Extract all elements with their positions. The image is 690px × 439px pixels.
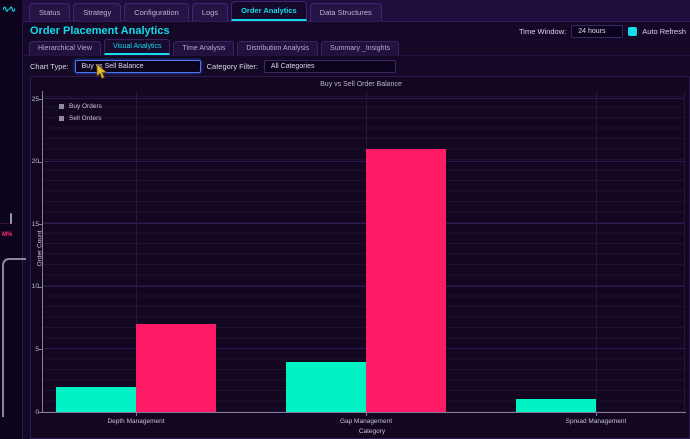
bar-sell-orders-gap-management xyxy=(366,149,446,412)
category-filter-label: Category Filter: xyxy=(207,62,258,71)
ytick-mark-10 xyxy=(38,287,42,288)
ytick-mark-20 xyxy=(38,162,42,163)
legend-item-sell-orders: Sell Orders xyxy=(59,115,102,122)
legend-marker-icon xyxy=(59,104,64,109)
chart-title: Buy vs Sell Order Balance xyxy=(31,81,690,88)
bar-buy-orders-gap-management xyxy=(286,362,366,412)
xtick-mark-2 xyxy=(596,413,597,416)
time-controls: Time Window: 24 hours Auto Refresh xyxy=(519,25,686,38)
time-window-select[interactable]: 24 hours xyxy=(571,25,623,38)
background-window-sliver: ∿∿ ---- M% xyxy=(0,0,23,439)
xtick-label-1: Gap Management xyxy=(306,418,426,425)
bar-buy-orders-depth-management xyxy=(56,387,136,412)
subtab-distribution-analysis[interactable]: Distribution Analysis xyxy=(237,41,318,55)
app-window: ∿∿ ---- M% StatusStrategyConfigurationLo… xyxy=(0,0,690,439)
xtick-label-0: Depth Management xyxy=(76,418,196,425)
filter-row: Chart Type: Buy vs Sell Balance Category… xyxy=(22,56,690,76)
header-row: Order Placement Analytics Time Window: 2… xyxy=(22,22,690,40)
gridline-x-3 xyxy=(684,91,685,412)
legend-label: Sell Orders xyxy=(69,115,102,122)
tab-strategy[interactable]: Strategy xyxy=(73,3,121,21)
sliver-text-fragment: ---- xyxy=(1,221,12,227)
gridline-y-10 xyxy=(42,286,685,287)
gridline-x-2 xyxy=(596,91,597,412)
tab-status[interactable]: Status xyxy=(29,3,70,21)
time-window-label: Time Window: xyxy=(519,27,566,36)
ytick-mark-0 xyxy=(38,412,42,413)
bar-buy-orders-spread-management xyxy=(516,399,596,412)
sliver-text-fragment: M% xyxy=(2,232,12,238)
y-axis-title: Order Count xyxy=(36,231,43,267)
tab-data-structures[interactable]: Data Structures xyxy=(310,3,382,21)
gridline-y-20 xyxy=(42,161,685,162)
bar-sell-orders-depth-management xyxy=(136,324,216,412)
category-filter-select[interactable]: All Categories xyxy=(264,60,396,73)
x-axis-line xyxy=(42,412,686,413)
xtick-label-2: Spread Management xyxy=(536,418,656,425)
xtick-mark-0 xyxy=(136,413,137,416)
ytick-mark-25 xyxy=(38,99,42,100)
subtab-visual-analytics[interactable]: Visual Analytics xyxy=(104,39,171,55)
xtick-mark-1 xyxy=(366,413,367,416)
ytick-mark-15 xyxy=(38,224,42,225)
gridline-y-25 xyxy=(42,98,685,99)
waveform-logo-icon: ∿∿ xyxy=(2,4,15,15)
plot-area xyxy=(42,91,685,412)
mouse-cursor-icon xyxy=(96,64,108,80)
ytick-label-15: 15 xyxy=(25,221,39,228)
gridline-y-15 xyxy=(42,223,685,224)
legend-marker-icon xyxy=(59,116,64,121)
ytick-label-20: 20 xyxy=(25,158,39,165)
auto-refresh-checkbox[interactable] xyxy=(628,27,637,36)
legend-label: Buy Orders xyxy=(69,103,102,110)
tab-logs[interactable]: Logs xyxy=(192,3,228,21)
subtab-summary-insights[interactable]: Summary _Insights xyxy=(321,41,399,55)
tab-configuration[interactable]: Configuration xyxy=(124,3,189,21)
ytick-mark-5 xyxy=(38,349,42,350)
subtab-hierarchical-view[interactable]: Hierarchical View xyxy=(29,41,101,55)
chart-legend: Buy Orders Sell Orders xyxy=(59,103,102,122)
auto-refresh-label: Auto Refresh xyxy=(642,27,686,36)
top-tab-bar: StatusStrategyConfigurationLogsOrder Ana… xyxy=(22,0,690,22)
subtab-bar: Hierarchical ViewVisual AnalyticsTime An… xyxy=(22,40,690,56)
page-title: Order Placement Analytics xyxy=(30,25,170,37)
ytick-label-0: 0 xyxy=(25,409,39,416)
legend-item-buy-orders: Buy Orders xyxy=(59,103,102,110)
main-area: StatusStrategyConfigurationLogsOrder Ana… xyxy=(22,0,690,439)
ytick-label-5: 5 xyxy=(25,346,39,353)
tab-order-analytics[interactable]: Order Analytics xyxy=(231,1,307,21)
chart-panel: Buy vs Sell Order Balance Order Count Ca… xyxy=(30,76,690,439)
chart-type-select[interactable]: Buy vs Sell Balance xyxy=(75,60,201,73)
chart-type-label: Chart Type: xyxy=(30,62,69,71)
ytick-label-10: 10 xyxy=(25,283,39,290)
ytick-label-25: 25 xyxy=(25,96,39,103)
x-axis-title: Category xyxy=(312,428,432,435)
subtab-time-analysis[interactable]: Time Analysis xyxy=(173,41,234,55)
